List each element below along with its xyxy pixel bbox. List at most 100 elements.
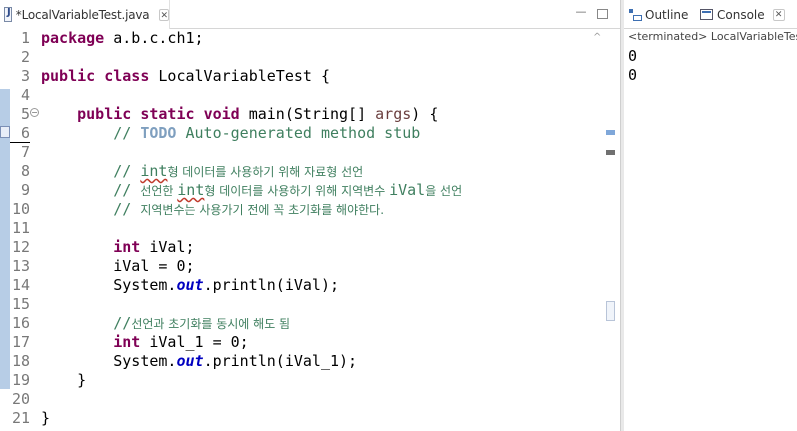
minimize-button[interactable]: —: [574, 6, 588, 20]
line-number: 2: [20, 48, 30, 66]
comment: //: [113, 162, 141, 180]
code-line: 15: [0, 295, 600, 314]
line-number: 9: [20, 181, 30, 199]
code-line: 20: [0, 390, 600, 409]
code-line: 5 − public static void main(String[] arg…: [0, 105, 600, 124]
line-number: 6: [20, 124, 30, 142]
code-area[interactable]: 1 package a.b.c.ch1; 2 3 public class Lo…: [0, 29, 600, 431]
line-number: 17: [11, 333, 30, 351]
line-number: 13: [11, 257, 30, 275]
line-number: 3: [20, 67, 30, 85]
line-number: 12: [11, 238, 30, 256]
keyword: void: [203, 105, 240, 123]
tab-console-label: Console: [717, 7, 765, 22]
code-line: 4: [0, 86, 600, 105]
editor-tab-localvariabletest[interactable]: *LocalVariableTest.java ✕: [0, 0, 170, 29]
line-number: 1: [20, 29, 30, 47]
comment: iVal: [389, 181, 426, 199]
tab-outline[interactable]: Outline: [628, 0, 688, 29]
comment: 을 선언: [425, 184, 463, 198]
line-number: 11: [11, 219, 30, 237]
code-line: 17 int iVal_1 = 0;: [0, 333, 600, 352]
code-line: 7: [0, 143, 600, 162]
line-number: 4: [20, 86, 30, 104]
comment: Auto-generated method stub: [176, 124, 421, 142]
editor-tab-bar: *LocalVariableTest.java ✕ —: [0, 0, 620, 29]
code-line: 14 System.out.println(iVal);: [0, 276, 600, 295]
code-line: 6 // TODO Auto-generated method stub: [0, 124, 600, 143]
code-text: System.: [113, 276, 177, 294]
close-icon[interactable]: ✕: [772, 8, 785, 21]
code-line: 13 iVal = 0;: [0, 257, 600, 276]
tab-console[interactable]: Console ✕: [700, 0, 785, 29]
keyword: int: [113, 238, 141, 256]
overview-ruler-thumb[interactable]: [606, 301, 615, 321]
keyword: static: [140, 105, 195, 123]
keyword: class: [104, 67, 150, 85]
comment: //: [113, 314, 132, 332]
code-text: .println(iVal);: [203, 276, 340, 294]
maximize-button[interactable]: [597, 9, 608, 19]
keyword: public: [77, 105, 132, 123]
code-text: ) {: [411, 105, 439, 123]
keyword: int: [113, 333, 141, 351]
editor-tab-title: *LocalVariableTest.java: [15, 7, 150, 22]
view-tab-bar: Outline Console ✕: [624, 0, 797, 29]
line-number: 5: [20, 105, 30, 123]
code-line: 21 }: [0, 409, 600, 428]
code-text: LocalVariableTest {: [149, 67, 330, 85]
overview-marker-occurrence[interactable]: [606, 150, 615, 155]
line-number: 20: [11, 390, 30, 408]
static-field: out: [176, 276, 204, 294]
todo-tag: TODO: [140, 124, 177, 142]
line-number: 7: [20, 143, 30, 161]
keyword: public: [41, 67, 96, 85]
code-text: a.b.c.ch1;: [104, 29, 204, 47]
java-file-icon: [4, 7, 12, 22]
console-pane[interactable]: Outline Console ✕ <terminated> LocalVari…: [624, 0, 797, 431]
code-text: }: [41, 409, 51, 427]
comment: 지역변수는 사용가기 전에 꼭 초기화를 해야한다.: [140, 203, 385, 217]
overview-marker-task[interactable]: [606, 130, 615, 135]
line-number: 10: [11, 200, 30, 218]
code-line: 2: [0, 48, 600, 67]
code-text: iVal = 0;: [113, 257, 195, 275]
comment: 형 데이터를 사용하기 위해 자료형 선언: [167, 165, 364, 179]
console-output-line: 0: [628, 47, 638, 65]
vertical-scrollbar[interactable]: ^: [590, 30, 606, 431]
code-line: 16 //선언과 초기화를 동시에 해도 됨: [0, 314, 600, 333]
code-line: 18 System.out.println(iVal_1);: [0, 352, 600, 371]
line-number: 19: [11, 371, 30, 389]
comment: 선언한: [140, 184, 178, 198]
code-text: iVal;: [140, 238, 195, 256]
code-line: 9 // 선언한 int형 데이터를 사용하기 위해 지역변수 iVal을 선언: [0, 181, 600, 200]
outline-icon: [628, 8, 642, 21]
code-text: System.: [113, 352, 177, 370]
comment: int: [140, 162, 168, 180]
console-icon: [700, 9, 713, 20]
keyword: package: [41, 29, 105, 47]
close-icon[interactable]: ✕: [159, 8, 169, 21]
code-text: main(String[]: [239, 105, 376, 123]
line-number: 14: [11, 276, 30, 294]
fold-collapse-icon[interactable]: −: [30, 108, 39, 117]
code-line: 19 }: [0, 371, 600, 390]
comment: //: [113, 124, 141, 142]
code-line: 1 package a.b.c.ch1;: [0, 29, 600, 48]
param-args: args: [375, 105, 412, 123]
comment: 선언과 초기화를 동시에 해도 됨: [131, 317, 291, 331]
line-number: 18: [11, 352, 30, 370]
line-number: 16: [11, 314, 30, 332]
line-number: 21: [11, 409, 30, 427]
code-text: .println(iVal_1);: [203, 352, 358, 370]
chevron-up-icon[interactable]: ^: [593, 32, 601, 43]
code-line: 3 public class LocalVariableTest {: [0, 67, 600, 86]
code-line: 10 // 지역변수는 사용가기 전에 꼭 초기화를 해야한다.: [0, 200, 600, 219]
code-text: iVal_1 = 0;: [140, 333, 249, 351]
editor-pane[interactable]: *LocalVariableTest.java ✕ — 1 package a.…: [0, 0, 620, 431]
code-line: 8 // int형 데이터를 사용하기 위해 자료형 선언: [0, 162, 600, 181]
line-number: 15: [11, 295, 30, 313]
code-line: 12 int iVal;: [0, 238, 600, 257]
console-status: <terminated> LocalVariableTest: [628, 30, 797, 43]
comment: int: [177, 181, 205, 199]
